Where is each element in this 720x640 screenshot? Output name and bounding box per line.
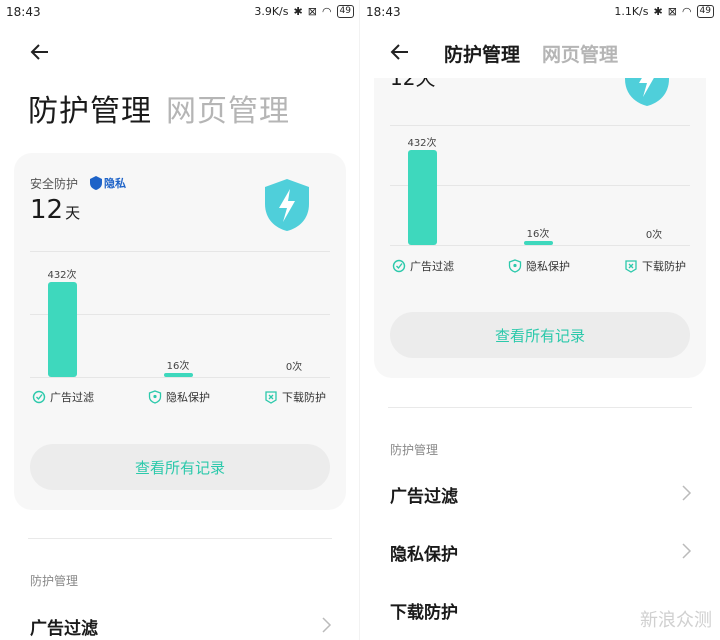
watermark: 新浪众测 xyxy=(640,610,712,631)
section-title: 防护管理 xyxy=(30,574,79,588)
chevron-right-icon xyxy=(322,617,332,633)
chart-gridline xyxy=(390,125,690,126)
chart-value-label: 0次 xyxy=(285,362,303,373)
menu-item-label: 广告过滤 xyxy=(390,487,458,507)
protection-card: 12天 432次 广告过滤 16次 隐私保护 0次 下载防护 查看所有记录 xyxy=(374,40,706,378)
chart-category-label: 下载防护 xyxy=(624,258,686,274)
network-speed: 1.1K/s xyxy=(614,5,649,18)
back-arrow-icon[interactable] xyxy=(388,40,412,64)
chart-category-text: 隐私保护 xyxy=(166,391,210,404)
chevron-right-icon xyxy=(682,543,692,559)
chart-category-label: 广告过滤 xyxy=(392,258,454,274)
protection-days: 12天 xyxy=(30,195,80,225)
chart-category-text: 隐私保护 xyxy=(526,260,570,273)
sim-icon: ⊠ xyxy=(667,5,677,18)
menu-item-ad-filter[interactable]: 广告过滤 xyxy=(0,606,360,640)
days-value: 12 xyxy=(30,195,64,225)
privacy-protection-icon xyxy=(508,259,522,273)
download-protection-icon xyxy=(264,390,278,404)
header-bar: 防护管理 网页管理 xyxy=(360,26,720,78)
chart-category-text: 广告过滤 xyxy=(410,260,454,273)
chart-category-text: 广告过滤 xyxy=(50,391,94,404)
status-bar: 18:43 1.1K/s ✱ ⊠ ◠ 49 xyxy=(360,0,720,26)
section-divider xyxy=(388,407,692,408)
privacy-badge-label: 隐私 xyxy=(104,177,126,190)
tab-protection-management[interactable]: 防护管理 xyxy=(444,44,520,66)
chart-category-text: 下载防护 xyxy=(642,260,686,273)
chart-gridline xyxy=(30,377,330,378)
battery-icon: 49 xyxy=(336,5,354,18)
chart-value-label: 432次 xyxy=(407,138,437,149)
days-unit: 天 xyxy=(65,204,81,222)
chart-bar-1 xyxy=(48,282,77,377)
view-all-records-button[interactable]: 查看所有记录 xyxy=(30,444,330,490)
page-title: 防护管理 网页管理 xyxy=(28,86,290,130)
shield-lightning-icon xyxy=(265,179,309,231)
chart-gridline xyxy=(30,251,330,252)
wifi-icon: ◠ xyxy=(681,5,692,18)
tab-protection-management[interactable]: 防护管理 xyxy=(28,94,152,129)
chart-category-label: 隐私保护 xyxy=(148,389,210,405)
chart-gridline xyxy=(390,245,690,246)
menu-item-privacy-protection[interactable]: 隐私保护 xyxy=(360,532,720,572)
left-screen: 18:43 3.9K/s ✱ ⊠ ◠ 49 防护管理 网页管理 安全防护 隐私 1… xyxy=(0,0,360,640)
chart-value-label: 432次 xyxy=(47,270,77,281)
privacy-shield-icon xyxy=(90,176,102,190)
ad-filter-icon xyxy=(32,390,46,404)
menu-item-label: 隐私保护 xyxy=(390,545,458,565)
right-screen: 18:43 1.1K/s ✱ ⊠ ◠ 49 12天 432次 广告过滤 16次 隐私保… xyxy=(360,0,720,640)
tab-web-management[interactable]: 网页管理 xyxy=(166,94,290,129)
chart-value-label: 16次 xyxy=(526,229,550,240)
chart-category-label: 广告过滤 xyxy=(32,389,94,405)
back-arrow-icon[interactable] xyxy=(28,40,52,64)
network-speed: 3.9K/s xyxy=(254,5,289,18)
card-label: 安全防护 xyxy=(30,177,79,191)
chart-category-text: 下载防护 xyxy=(282,391,326,404)
tab-web-management[interactable]: 网页管理 xyxy=(542,44,618,66)
privacy-badge: 隐私 xyxy=(90,175,126,191)
status-bar: 18:43 3.9K/s ✱ ⊠ ◠ 49 xyxy=(0,0,360,26)
chart-category-label: 隐私保护 xyxy=(508,258,570,274)
chart-value-label: 0次 xyxy=(645,230,663,241)
chart-category-label: 下载防护 xyxy=(264,389,326,405)
privacy-protection-icon xyxy=(148,390,162,404)
section-divider xyxy=(28,538,332,539)
ad-filter-icon xyxy=(392,259,406,273)
chevron-right-icon xyxy=(682,485,692,501)
battery-icon: 49 xyxy=(696,5,714,18)
menu-item-label: 广告过滤 xyxy=(30,619,98,639)
wifi-icon: ◠ xyxy=(321,5,332,18)
chart-bar-2 xyxy=(164,373,193,377)
chart-value-label: 16次 xyxy=(166,361,190,372)
menu-item-label: 下载防护 xyxy=(390,603,458,623)
download-protection-icon xyxy=(624,259,638,273)
bluetooth-icon: ✱ xyxy=(653,5,663,18)
protection-card: 安全防护 隐私 12 天 432次广告过滤 16次隐私保护 0次下载防护 查看所有记录 xyxy=(14,153,346,510)
status-time: 18:43 xyxy=(6,5,41,19)
status-time: 18:43 xyxy=(366,5,401,19)
bluetooth-icon: ✱ xyxy=(293,5,303,18)
page-title: 防护管理 网页管理 xyxy=(444,40,618,67)
sim-icon: ⊠ xyxy=(307,5,317,18)
section-title: 防护管理 xyxy=(390,443,439,457)
view-all-records-button[interactable]: 查看所有记录 xyxy=(390,312,690,358)
chart-bar-2 xyxy=(524,241,553,245)
chart-bar-1 xyxy=(408,150,437,245)
menu-item-ad-filter[interactable]: 广告过滤 xyxy=(360,474,720,514)
